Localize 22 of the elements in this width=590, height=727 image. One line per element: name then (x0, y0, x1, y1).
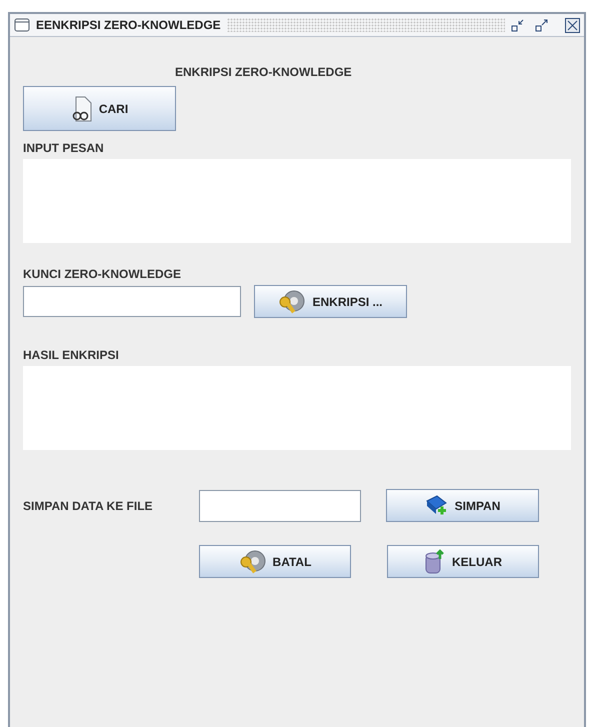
close-icon[interactable] (565, 18, 580, 32)
encrypt-button[interactable]: ENKRIPSI ... (254, 285, 407, 318)
book-plus-icon (424, 494, 449, 518)
exit-button[interactable]: KELUAR (387, 545, 539, 578)
gear-key-icon (238, 548, 267, 574)
window-title: EENKRIPSI ZERO-KNOWLEDGE (36, 18, 221, 32)
gear-key-icon (278, 288, 306, 314)
file-name-field[interactable] (199, 490, 361, 522)
minimize-icon[interactable] (511, 18, 525, 32)
document-glasses-icon (70, 96, 93, 122)
cancel-button[interactable]: BATAL (199, 545, 351, 578)
search-button[interactable]: CARI (23, 86, 176, 131)
field-label: INPUT PESAN (23, 141, 105, 155)
key-input-field[interactable] (23, 286, 241, 317)
window-icon (14, 17, 30, 33)
field-label: SIMPAN DATA KE FILE (23, 498, 154, 512)
field-label: HASIL ENKRIPSI (23, 348, 120, 362)
database-arrow-icon (424, 548, 446, 574)
field-label: KUNCI ZERO-KNOWLEDGE (23, 267, 182, 281)
form-heading: ENKRIPSI ZERO-KNOWLEDGE (175, 65, 353, 79)
maximize-icon[interactable] (535, 18, 549, 32)
save-button[interactable]: SIMPAN (386, 489, 539, 522)
